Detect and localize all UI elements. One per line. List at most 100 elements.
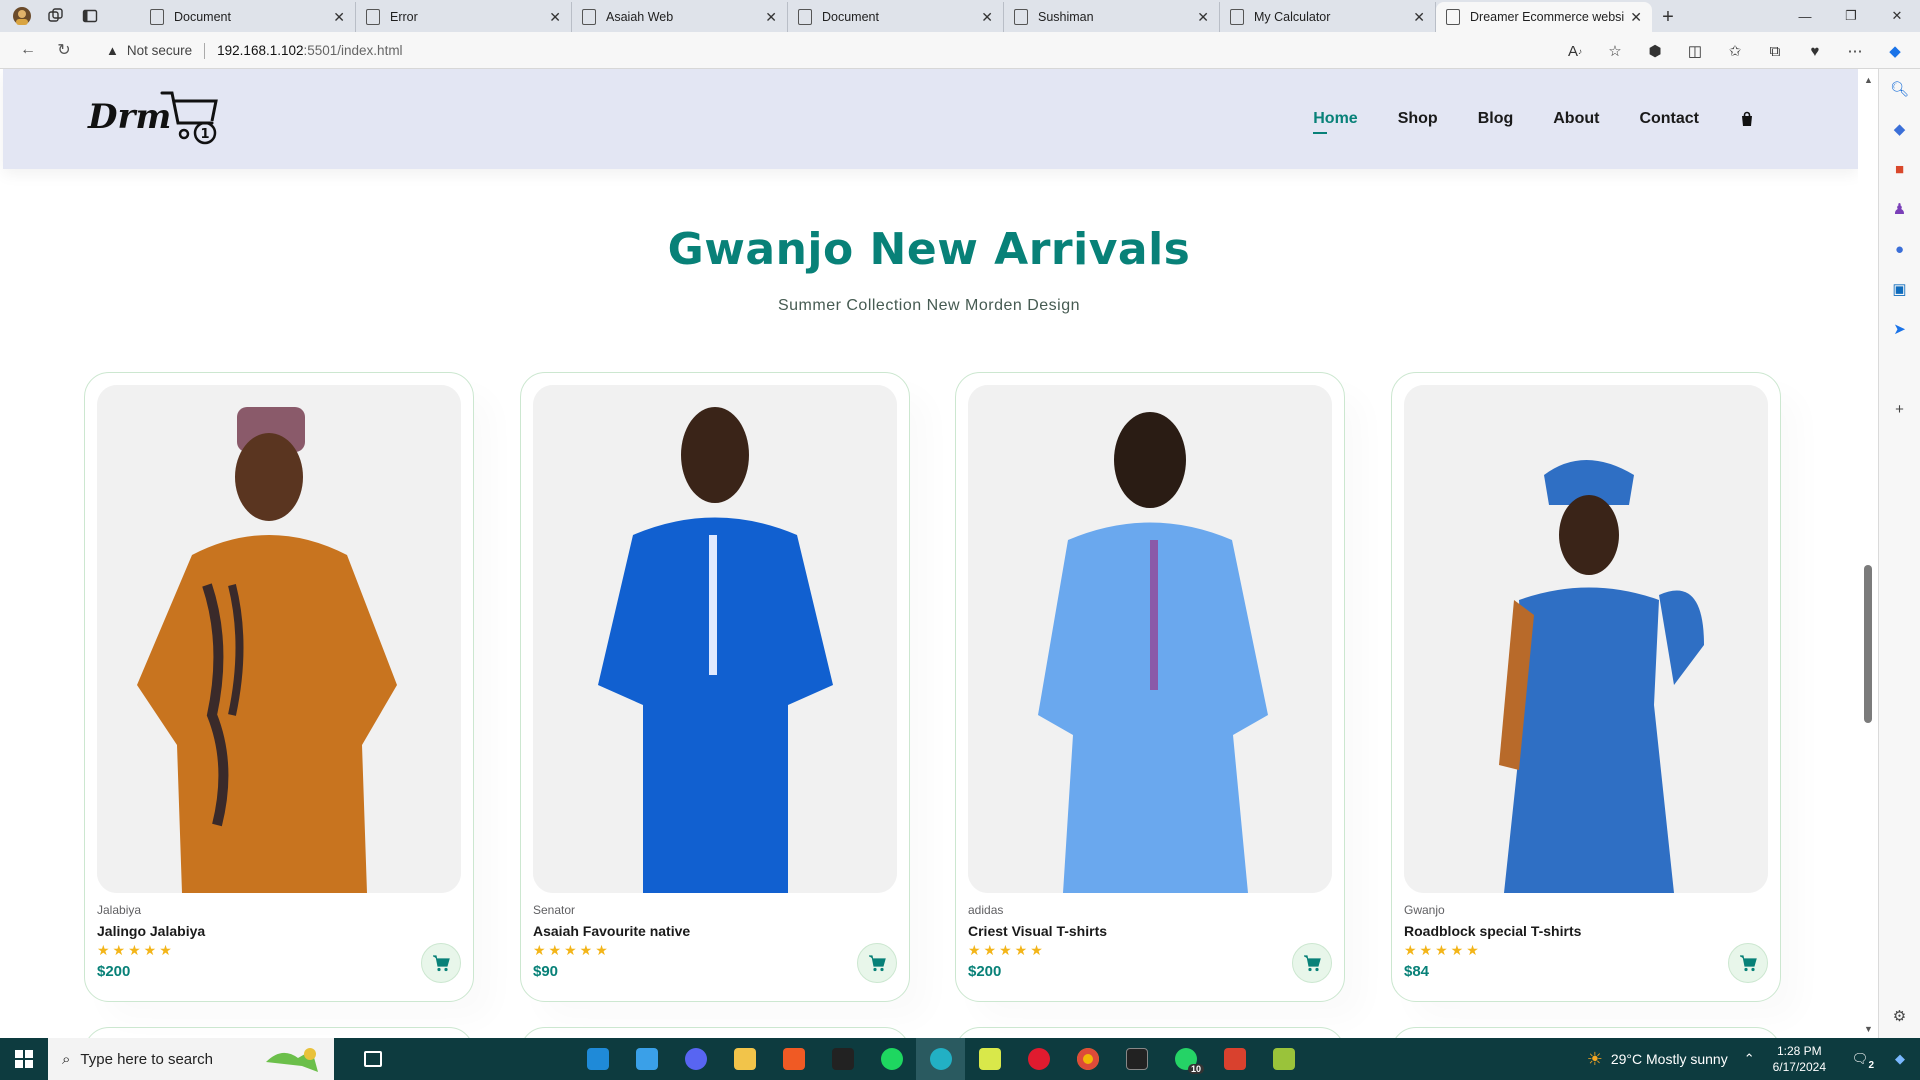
- split-screen-icon[interactable]: ◫: [1680, 36, 1710, 66]
- add-to-cart-button[interactable]: [1292, 943, 1332, 983]
- microsoft-store-icon[interactable]: [622, 1038, 671, 1080]
- product-card[interactable]: Gwanjo Roadblock special T-shirts ★★★★★ …: [1391, 372, 1781, 1002]
- product-name[interactable]: Criest Visual T-shirts: [968, 923, 1107, 939]
- product-card[interactable]: adidas Criest Visual T-shirts ★★★★★ $200: [955, 372, 1345, 1002]
- close-tab-icon[interactable]: ✕: [1630, 9, 1642, 26]
- add-to-cart-button[interactable]: [1728, 943, 1768, 983]
- product-card[interactable]: Senator Asaiah Favourite native ★★★★★ $9…: [520, 372, 910, 1002]
- pycharm-icon[interactable]: [965, 1038, 1014, 1080]
- shopping-bag-icon[interactable]: [1739, 111, 1755, 127]
- warning-icon[interactable]: ▲: [106, 43, 119, 58]
- spreadsheet-app-icon[interactable]: [1259, 1038, 1308, 1080]
- vivaldi-icon[interactable]: [1210, 1038, 1259, 1080]
- games-icon[interactable]: ♟: [1886, 195, 1914, 223]
- favorites-icon[interactable]: ✩: [1720, 36, 1750, 66]
- browser-essentials-icon[interactable]: ♥: [1800, 36, 1830, 66]
- product-card[interactable]: Jalabiya Jalingo Jalabiya ★★★★★ $200: [84, 372, 474, 1002]
- edge-icon[interactable]: [916, 1038, 965, 1080]
- new-tab-button[interactable]: +: [1652, 2, 1684, 32]
- product-card-partial[interactable]: [955, 1027, 1345, 1038]
- scroll-down-icon[interactable]: ▼: [1864, 1024, 1873, 1034]
- collections-icon[interactable]: ⧉: [1760, 36, 1790, 66]
- sidebar-settings-icon[interactable]: ⚙: [1886, 1002, 1914, 1030]
- product-image[interactable]: [1404, 385, 1768, 893]
- windows-start-icon[interactable]: [0, 1038, 48, 1080]
- clock[interactable]: 1:28 PM 6/17/2024: [1773, 1043, 1826, 1075]
- copilot-icon[interactable]: ◆: [1880, 36, 1910, 66]
- close-tab-icon[interactable]: ✕: [333, 9, 345, 26]
- add-to-cart-button[interactable]: [857, 943, 897, 983]
- url-host[interactable]: 192.168.1.102: [217, 43, 303, 58]
- browser-tab[interactable]: Document ✕: [140, 2, 356, 32]
- tab-actions-icon[interactable]: [76, 2, 104, 30]
- search-icon[interactable]: 🔍︎: [1886, 75, 1914, 103]
- discord-icon[interactable]: [671, 1038, 720, 1080]
- nav-contact[interactable]: Contact: [1639, 106, 1699, 132]
- brave-icon[interactable]: [769, 1038, 818, 1080]
- nav-about[interactable]: About: [1553, 106, 1599, 132]
- product-name[interactable]: Jalingo Jalabiya: [97, 923, 205, 939]
- refresh-icon[interactable]: ↻: [46, 35, 82, 65]
- product-image[interactable]: [97, 385, 461, 893]
- outlook-icon[interactable]: ▣: [1886, 275, 1914, 303]
- weather-widget[interactable]: ☀ 29°C Mostly sunny: [1587, 1049, 1728, 1070]
- figma-icon[interactable]: [818, 1038, 867, 1080]
- tools-briefcase-icon[interactable]: ■: [1886, 155, 1914, 183]
- product-card-partial[interactable]: [84, 1027, 474, 1038]
- send-icon[interactable]: ➤: [1886, 315, 1914, 343]
- close-tab-icon[interactable]: ✕: [549, 9, 561, 26]
- product-image[interactable]: [533, 385, 897, 893]
- back-icon[interactable]: ←: [10, 35, 46, 65]
- browser-tab[interactable]: My Calculator ✕: [1220, 2, 1436, 32]
- task-view-icon[interactable]: [348, 1038, 397, 1080]
- add-sidebar-app-icon[interactable]: +: [1886, 395, 1914, 423]
- product-name[interactable]: Roadblock special T-shirts: [1404, 923, 1581, 939]
- copilot-taskbar-icon[interactable]: ◆: [1880, 1051, 1920, 1067]
- security-label[interactable]: Not secure: [127, 43, 192, 58]
- opera-icon[interactable]: [1014, 1038, 1063, 1080]
- browser-tab[interactable]: Sushiman ✕: [1004, 2, 1220, 32]
- whatsapp-icon[interactable]: 10: [1161, 1038, 1210, 1080]
- more-menu-icon[interactable]: ⋯: [1840, 36, 1870, 66]
- nav-home[interactable]: Home: [1313, 106, 1358, 134]
- read-aloud-icon[interactable]: A ♪: [1560, 36, 1590, 66]
- scrollbar-thumb[interactable]: [1864, 565, 1872, 723]
- extensions-icon[interactable]: ⬢: [1640, 36, 1670, 66]
- site-logo[interactable]: Drm 1: [86, 87, 226, 147]
- product-name[interactable]: Asaiah Favourite native: [533, 923, 690, 939]
- nav-blog[interactable]: Blog: [1478, 106, 1514, 132]
- browser-tab-active[interactable]: Dreamer Ecommerce website ✕: [1436, 2, 1652, 32]
- close-tab-icon[interactable]: ✕: [981, 9, 993, 26]
- browser-tab[interactable]: Document ✕: [788, 2, 1004, 32]
- browser-tab[interactable]: Error ✕: [356, 2, 572, 32]
- shopping-tag-icon[interactable]: ◆: [1886, 115, 1914, 143]
- microsoft-365-icon[interactable]: ●: [1886, 235, 1914, 263]
- taskbar-search-box[interactable]: ⌕ Type here to search: [48, 1038, 334, 1080]
- chrome-icon[interactable]: [1063, 1038, 1112, 1080]
- profile-avatar-icon[interactable]: [8, 2, 36, 30]
- product-image[interactable]: [968, 385, 1332, 893]
- workspaces-icon[interactable]: [42, 2, 70, 30]
- product-card-partial[interactable]: [1391, 1027, 1781, 1038]
- restore-icon[interactable]: ❐: [1828, 0, 1874, 32]
- notifications-icon[interactable]: 🗨︎ 2: [1840, 1051, 1880, 1071]
- nav-shop[interactable]: Shop: [1398, 106, 1438, 132]
- file-explorer-icon[interactable]: [720, 1038, 769, 1080]
- close-tab-icon[interactable]: ✕: [765, 9, 777, 26]
- url-path[interactable]: :5501/index.html: [304, 43, 403, 58]
- product-card-partial[interactable]: [520, 1027, 910, 1038]
- vscode-icon[interactable]: [573, 1038, 622, 1080]
- spotify-icon[interactable]: [867, 1038, 916, 1080]
- favorite-star-icon[interactable]: ☆: [1600, 36, 1630, 66]
- close-tab-icon[interactable]: ✕: [1413, 9, 1425, 26]
- browser-tab[interactable]: Asaiah Web ✕: [572, 2, 788, 32]
- address-bar[interactable]: ▲ Not secure 192.168.1.102:5501/index.ht…: [106, 36, 1586, 65]
- scroll-up-icon[interactable]: ▲: [1864, 75, 1873, 85]
- add-to-cart-button[interactable]: [421, 943, 461, 983]
- page-scrollbar[interactable]: ▲ ▼: [1858, 69, 1878, 1038]
- minimize-icon[interactable]: —: [1782, 0, 1828, 32]
- terminal-icon[interactable]: [1112, 1038, 1161, 1080]
- show-hidden-icons[interactable]: ⌃: [1744, 1051, 1755, 1067]
- close-tab-icon[interactable]: ✕: [1197, 9, 1209, 26]
- close-window-icon[interactable]: ✕: [1874, 0, 1920, 32]
